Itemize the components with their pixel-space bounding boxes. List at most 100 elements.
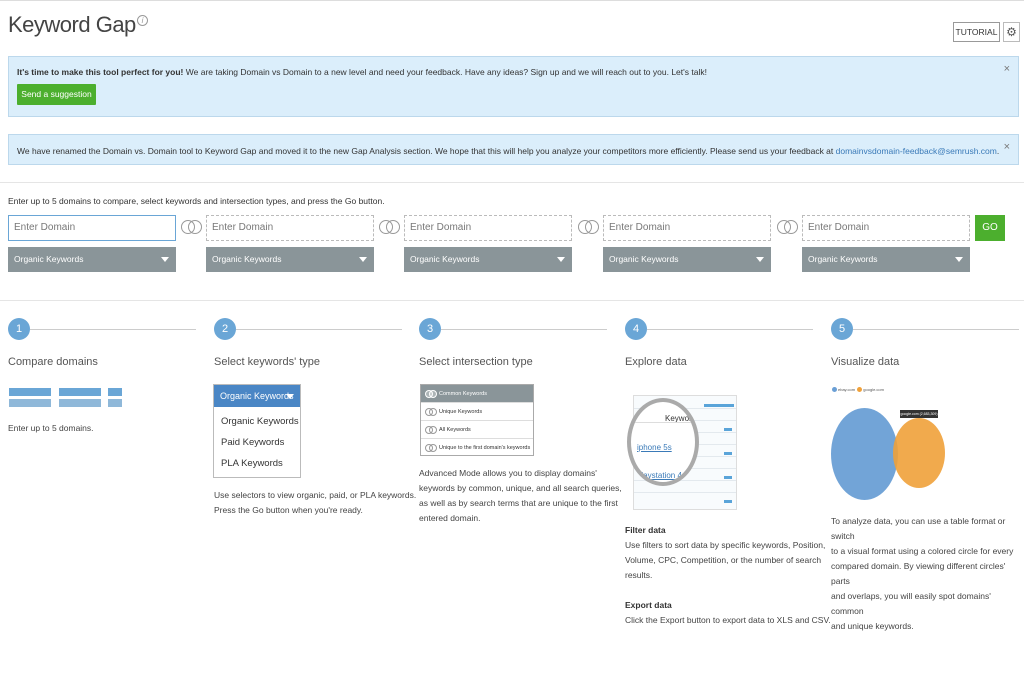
- step-title-1: Compare domains: [8, 356, 98, 368]
- dropdown-option: Paid Keywords: [221, 437, 285, 448]
- domain-input-5[interactable]: Enter Domain: [802, 215, 970, 241]
- step-title-4: Explore data: [625, 356, 687, 368]
- keyword-type-select-3[interactable]: Organic Keywords: [404, 247, 572, 272]
- step-number-3: 3: [419, 318, 441, 340]
- intersection-type-icon[interactable]: [379, 220, 401, 236]
- intersection-type-icon[interactable]: [777, 220, 799, 236]
- legend-label: ebay.com: [838, 387, 856, 392]
- page-title-text: Keyword Gap: [8, 12, 136, 37]
- feedback-banner-message: It's time to make this tool perfect for …: [17, 67, 707, 77]
- step-3-line: as well as by search terms that are uniq…: [419, 498, 618, 508]
- step-line: [647, 329, 813, 330]
- keyword-type-dropdown-illustration: Organic Keywords Organic Keywords Paid K…: [213, 384, 301, 478]
- legend-label: google.com: [863, 387, 884, 392]
- step-description-1: Enter up to 5 domains.: [8, 423, 94, 433]
- intersection-type-illustration: Common Keywords Unique Keywords All Keyw…: [420, 384, 534, 456]
- feedback-banner-text: We are taking Domain vs Domain to a new …: [183, 67, 707, 77]
- step-4-line: results.: [625, 570, 653, 580]
- step-4-line: Use filters to sort data by specific key…: [625, 540, 826, 550]
- chevron-down-icon: [286, 394, 294, 399]
- step-5-line: To analyze data, you can use a table for…: [831, 516, 1006, 541]
- keyword-type-select-2[interactable]: Organic Keywords: [206, 247, 374, 272]
- close-icon[interactable]: ×: [1004, 141, 1010, 153]
- keyword-type-value: Organic Keywords: [212, 254, 282, 264]
- top-border: [0, 0, 1024, 1]
- close-icon[interactable]: ×: [1004, 63, 1010, 75]
- domain-input-3[interactable]: Enter Domain: [404, 215, 572, 241]
- step-5-line: compared domain. By viewing different ci…: [831, 561, 1006, 586]
- step-number-1: 1: [8, 318, 30, 340]
- step-line: [441, 329, 607, 330]
- export-data-title: Export data: [625, 600, 672, 610]
- page-title: Keyword Gap i: [8, 12, 148, 38]
- venn-circle-b: [893, 418, 945, 488]
- dropdown-head-label: Organic Keywords: [220, 391, 294, 401]
- go-button[interactable]: GO: [975, 215, 1005, 241]
- divider: [0, 182, 1024, 183]
- step-description-2: Use selectors to view organic, paid, or …: [214, 488, 416, 518]
- venn-icon: [425, 390, 437, 398]
- step-5-line: and unique keywords.: [831, 621, 914, 631]
- step-number-2: 2: [214, 318, 236, 340]
- step-4-line: Click the Export button to export data t…: [625, 615, 831, 625]
- step-line: [236, 329, 402, 330]
- venn-circle-a: [831, 408, 898, 500]
- keyword-type-select-5[interactable]: Organic Keywords: [802, 247, 970, 272]
- domain-input-1[interactable]: Enter Domain: [8, 215, 176, 241]
- intersection-option-label: Unique Keywords: [439, 409, 483, 415]
- domain-input-4[interactable]: Enter Domain: [603, 215, 771, 241]
- compare-instruction: Enter up to 5 domains to compare, select…: [8, 196, 385, 206]
- rename-banner: We have renamed the Domain vs. Domain to…: [8, 134, 1019, 165]
- dropdown-option: PLA Keywords: [221, 458, 283, 469]
- step-5-line: and overlaps, you will easily spot domai…: [831, 591, 991, 616]
- keyword-type-value: Organic Keywords: [14, 254, 84, 264]
- step-line: [30, 329, 196, 330]
- feedback-banner-bold: It's time to make this tool perfect for …: [17, 67, 184, 77]
- venn-tooltip: google.com (2,683,309): [900, 410, 938, 418]
- rename-banner-message: We have renamed the Domain vs. Domain to…: [17, 146, 999, 156]
- step-3-line: keywords by common, unique, and all sear…: [419, 483, 622, 493]
- step-line: [853, 329, 1019, 330]
- step-number-5: 5: [831, 318, 853, 340]
- keyword-type-select-4[interactable]: Organic Keywords: [603, 247, 771, 272]
- feedback-email-link[interactable]: domainvsdomain-feedback@semrush.com: [836, 146, 997, 156]
- step-description-4: Filter data Use filters to sort data by …: [625, 523, 831, 628]
- intersection-option: Unique Keywords: [421, 403, 533, 421]
- step-2-line: Press the Go button when you're ready.: [214, 505, 363, 515]
- venn-icon: [425, 426, 437, 434]
- chevron-down-icon: [359, 257, 367, 262]
- intersection-type-icon[interactable]: [181, 220, 203, 236]
- venn-icon: [425, 444, 437, 452]
- send-suggestion-button[interactable]: Send a suggestion: [17, 84, 96, 105]
- chevron-down-icon: [557, 257, 565, 262]
- keyword-type-select-1[interactable]: Organic Keywords: [8, 247, 176, 272]
- intersection-option: All Keywords: [421, 421, 533, 439]
- magnifier-row: playstation 4: [637, 471, 682, 480]
- keyword-type-value: Organic Keywords: [410, 254, 480, 264]
- step-number-4: 4: [625, 318, 647, 340]
- magnifier-icon: Keyword iphone 5s playstation 4: [627, 398, 699, 486]
- domain-input-2[interactable]: Enter Domain: [206, 215, 374, 241]
- intersection-option-label: Unique to the first domain's keywords: [439, 445, 531, 451]
- filter-data-title: Filter data: [625, 525, 666, 535]
- intersection-option: Common Keywords: [421, 385, 533, 403]
- gear-icon[interactable]: ⚙: [1003, 22, 1020, 42]
- keyword-type-value: Organic Keywords: [808, 254, 878, 264]
- step-title-2: Select keywords' type: [214, 356, 321, 368]
- legend-dot: [857, 387, 863, 393]
- step-title-3: Select intersection type: [419, 356, 533, 368]
- tutorial-button[interactable]: TUTORIAL: [953, 22, 1000, 42]
- chevron-down-icon: [756, 257, 764, 262]
- divider: [0, 300, 1024, 301]
- chevron-down-icon: [955, 257, 963, 262]
- keyword-type-value: Organic Keywords: [609, 254, 679, 264]
- step-5-line: to a visual format using a colored circl…: [831, 546, 1014, 556]
- info-icon[interactable]: i: [136, 15, 148, 26]
- step-2-line: Use selectors to view organic, paid, or …: [214, 490, 417, 500]
- magnifier-row: iphone 5s: [637, 443, 672, 452]
- dropdown-option: Organic Keywords: [221, 416, 299, 427]
- legend-dot: [832, 387, 837, 393]
- step-description-3: Advanced Mode allows you to display doma…: [419, 466, 622, 526]
- step-description-5: To analyze data, you can use a table for…: [831, 514, 1024, 634]
- intersection-type-icon[interactable]: [578, 220, 600, 236]
